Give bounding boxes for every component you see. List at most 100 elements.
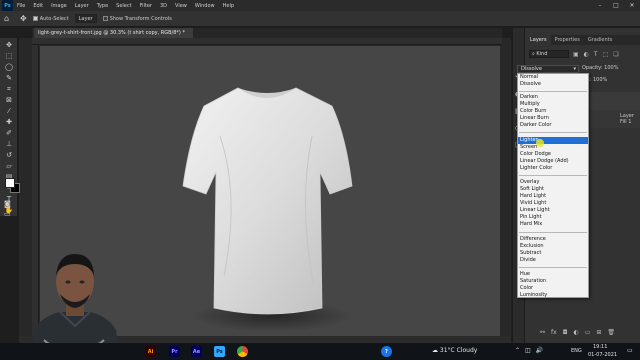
history-brush-tool-icon[interactable]: ↺ bbox=[3, 151, 15, 160]
blend-lighter-color[interactable]: Lighter Color bbox=[518, 165, 588, 172]
illustrator-icon[interactable]: Ai bbox=[145, 346, 156, 357]
tab-gradients[interactable]: Gradients bbox=[584, 35, 616, 45]
foreground-color-swatch[interactable] bbox=[5, 178, 15, 188]
quick-select-tool-icon[interactable]: ✎ bbox=[3, 74, 15, 83]
blend-multiply[interactable]: Multiply bbox=[518, 101, 588, 108]
blend-linear-light[interactable]: Linear Light bbox=[518, 207, 588, 214]
blend-pin-light[interactable]: Pin Light bbox=[518, 214, 588, 221]
shape-filter-icon[interactable]: ⬚ bbox=[603, 51, 609, 58]
blend-screen[interactable]: Screen bbox=[518, 144, 588, 151]
blend-soft-light[interactable]: Soft Light bbox=[518, 186, 588, 193]
tab-layers[interactable]: Layers bbox=[526, 35, 551, 45]
auto-select-checkbox[interactable] bbox=[32, 16, 38, 21]
blend-hue[interactable]: Hue bbox=[518, 271, 588, 278]
crop-tool-icon[interactable]: ⌗ bbox=[3, 85, 15, 94]
menu-file[interactable]: File bbox=[13, 3, 29, 9]
blend-hard-light[interactable]: Hard Light bbox=[518, 193, 588, 200]
new-group-icon[interactable]: ▭ bbox=[585, 329, 591, 338]
blend-color-dodge[interactable]: Color Dodge bbox=[518, 151, 588, 158]
layer-kind-filter[interactable]: ⌕ Kind bbox=[529, 50, 569, 58]
home-icon[interactable]: ⌂ bbox=[4, 14, 14, 24]
blend-linear-burn[interactable]: Linear Burn bbox=[518, 115, 588, 122]
photoshop-taskbar-icon[interactable]: Ps bbox=[214, 346, 225, 357]
quick-mask-icon[interactable]: ◙ bbox=[4, 200, 14, 208]
blend-vivid-light[interactable]: Vivid Light bbox=[518, 200, 588, 207]
blend-darker-color[interactable]: Darker Color bbox=[518, 122, 588, 129]
eyedropper-tool-icon[interactable]: ⁄ bbox=[3, 107, 15, 116]
blend-divide[interactable]: Divide bbox=[518, 257, 588, 264]
type-filter-icon[interactable]: T bbox=[594, 51, 598, 58]
new-layer-icon[interactable]: ⊞ bbox=[596, 329, 601, 338]
volume-icon[interactable]: 🔊 bbox=[536, 347, 543, 354]
layer-style-icon[interactable]: fx bbox=[551, 329, 557, 338]
menu-view[interactable]: View bbox=[171, 3, 191, 9]
blend-linear-dodge[interactable]: Linear Dodge (Add) bbox=[518, 158, 588, 165]
blend-overlay[interactable]: Overlay bbox=[518, 179, 588, 186]
auto-select-target-dropdown[interactable]: Layer bbox=[74, 14, 97, 23]
weather-widget[interactable]: ☁ 31°C Cloudy bbox=[432, 347, 477, 354]
menu-filter[interactable]: Filter bbox=[136, 3, 156, 9]
blend-difference[interactable]: Difference bbox=[518, 236, 588, 243]
blend-color-burn[interactable]: Color Burn bbox=[518, 108, 588, 115]
premiere-icon[interactable]: Pr bbox=[169, 346, 180, 357]
menu-type[interactable]: Type bbox=[93, 3, 112, 9]
menu-image[interactable]: Image bbox=[47, 3, 71, 9]
input-language[interactable]: ENG bbox=[571, 348, 582, 354]
lasso-tool-icon[interactable]: ◯ bbox=[3, 63, 15, 72]
tray-chevron-icon[interactable]: ⌃ bbox=[515, 347, 520, 354]
move-tool-icon[interactable]: ✥ bbox=[20, 14, 27, 23]
network-icon[interactable]: ◫ bbox=[525, 347, 531, 354]
marquee-tool-icon[interactable]: ⬚ bbox=[3, 52, 15, 61]
fill-value[interactable]: 100% bbox=[593, 77, 607, 83]
clock-date[interactable]: 01-07-2021 bbox=[588, 352, 617, 358]
move-tool-icon[interactable]: ✥ bbox=[3, 41, 15, 50]
healing-brush-tool-icon[interactable]: ✚ bbox=[3, 118, 15, 127]
menu-3d[interactable]: 3D bbox=[156, 3, 171, 9]
tab-properties[interactable]: Properties bbox=[551, 35, 584, 45]
minimize-icon[interactable]: – bbox=[592, 0, 608, 11]
blend-subtract[interactable]: Subtract bbox=[518, 250, 588, 257]
smart-filter-icon[interactable]: ❏ bbox=[613, 51, 618, 58]
show-transform-checkbox[interactable] bbox=[102, 16, 108, 21]
blend-darken[interactable]: Darken bbox=[518, 94, 588, 101]
chrome-icon[interactable] bbox=[237, 346, 248, 357]
blend-luminosity[interactable]: Luminosity bbox=[518, 292, 588, 299]
eraser-tool-icon[interactable]: ▱ bbox=[3, 162, 15, 171]
menu-window[interactable]: Window bbox=[191, 3, 219, 9]
blend-normal[interactable]: Normal bbox=[518, 74, 588, 81]
after-effects-icon[interactable]: Ae bbox=[191, 346, 202, 357]
menu-layer[interactable]: Layer bbox=[71, 3, 93, 9]
notifications-icon[interactable]: ▭ bbox=[627, 347, 633, 354]
auto-select-option[interactable]: Auto-Select bbox=[32, 16, 69, 22]
document-tab[interactable]: light-grey-t-shirt-front.jpg @ 30.3% (t … bbox=[34, 28, 193, 38]
blend-dissolve[interactable]: Dissolve bbox=[518, 81, 588, 88]
blend-hard-mix[interactable]: Hard Mix bbox=[518, 221, 588, 228]
frame-tool-icon[interactable]: ⊠ bbox=[3, 96, 15, 105]
clone-stamp-tool-icon[interactable]: ⊥ bbox=[3, 140, 15, 149]
layer-name[interactable]: Layer Fill 1 bbox=[620, 113, 640, 125]
menu-select[interactable]: Select bbox=[112, 3, 135, 9]
layer-row-1[interactable] bbox=[590, 92, 640, 110]
new-adjustment-icon[interactable]: ◐ bbox=[573, 329, 578, 338]
help-icon[interactable]: ? bbox=[381, 346, 392, 357]
opacity-value[interactable]: 100% bbox=[604, 65, 618, 71]
adjustment-filter-icon[interactable]: ◐ bbox=[584, 51, 589, 58]
clock-time[interactable]: 19:11 bbox=[593, 344, 607, 350]
brush-tool-icon[interactable]: ✐ bbox=[3, 129, 15, 138]
blend-saturation[interactable]: Saturation bbox=[518, 278, 588, 285]
maximize-icon[interactable]: □ bbox=[608, 0, 624, 11]
blend-color[interactable]: Color bbox=[518, 285, 588, 292]
add-mask-icon[interactable]: ◘ bbox=[563, 329, 568, 338]
delete-layer-icon[interactable]: 🗑 bbox=[607, 329, 615, 338]
link-layers-icon[interactable]: ⚯ bbox=[540, 329, 545, 338]
opacity-control[interactable]: Opacity: 100% bbox=[582, 65, 618, 71]
menu-help[interactable]: Help bbox=[219, 3, 238, 9]
blend-lighten[interactable]: Lighten bbox=[518, 137, 588, 144]
menu-edit[interactable]: Edit bbox=[29, 3, 47, 9]
show-transform-option[interactable]: Show Transform Controls bbox=[102, 16, 172, 22]
close-icon[interactable]: ✕ bbox=[624, 0, 640, 11]
pixel-filter-icon[interactable]: ▣ bbox=[573, 51, 579, 58]
blend-mode-dropdown[interactable]: Dissolve ▾ bbox=[517, 65, 579, 73]
screen-mode-icon[interactable]: ▭ bbox=[4, 210, 14, 218]
blend-exclusion[interactable]: Exclusion bbox=[518, 243, 588, 250]
